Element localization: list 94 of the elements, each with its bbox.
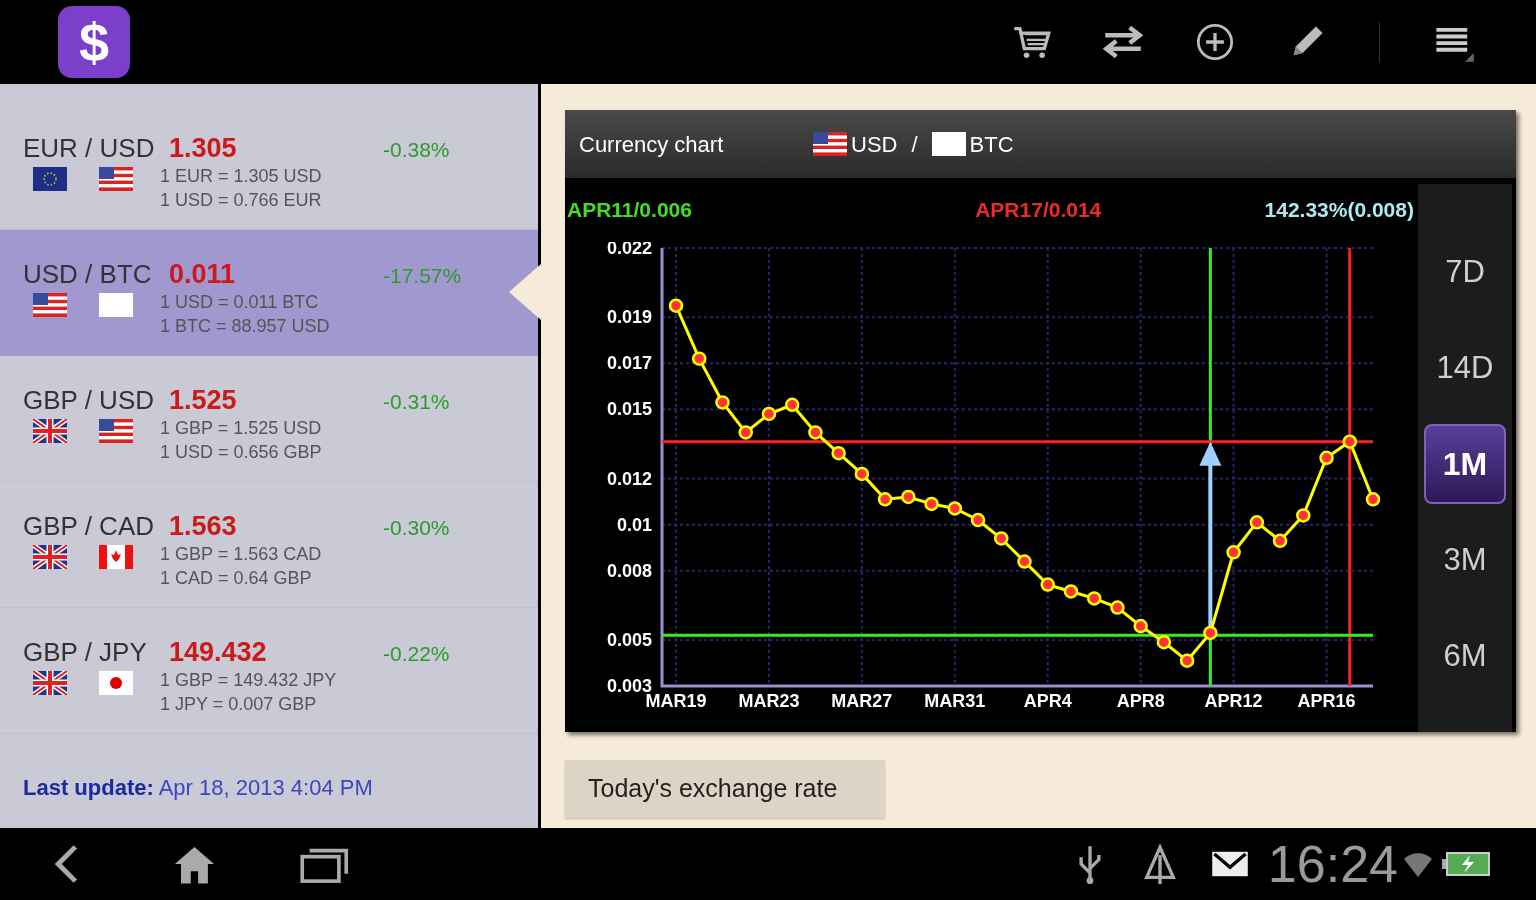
- y-axis-label: 0.005: [606, 629, 652, 650]
- data-point: [1017, 554, 1032, 569]
- change-label: 142.33%(0.008): [1264, 197, 1414, 224]
- currency-pair-row[interactable]: GBP / CAD 1.563 -0.30% 1 GBP = 1.563 CAD 1 CAD = 0.64 GBP: [0, 482, 538, 608]
- y-axis-label: 0.01: [616, 514, 652, 535]
- app-logo: $: [58, 6, 130, 78]
- currency-pair-row[interactable]: GBP / USD 1.525 -0.31% 1 GBP = 1.525 USD 1 USD = 0.656 GBP: [0, 356, 538, 482]
- battery-icon: [1442, 851, 1490, 877]
- data-point: [1365, 492, 1381, 507]
- x-axis-label: MAR23: [738, 691, 800, 711]
- change-percent: -0.22%: [383, 641, 450, 667]
- x-axis-label: MAR27: [831, 691, 893, 711]
- data-point: [854, 466, 870, 482]
- currency-code: USD: [851, 130, 898, 159]
- data-point: [715, 395, 730, 410]
- conversion-text: 1 JPY = 0.007 GBP: [160, 693, 318, 716]
- conversion-text: 1 GBP = 1.525 USD: [160, 417, 322, 440]
- x-axis-label: APR12: [1204, 691, 1263, 711]
- data-point: [924, 496, 939, 512]
- data-point: [1086, 591, 1102, 606]
- data-point: [1156, 634, 1172, 650]
- data-point: [901, 489, 916, 505]
- last-update-text: Last update: Apr 18, 2013 4:04 PM: [22, 774, 374, 802]
- data-point: [1110, 600, 1125, 615]
- data-point: [1203, 625, 1218, 641]
- change-percent: -0.38%: [383, 137, 450, 163]
- data-point: [761, 406, 777, 422]
- y-axis-label: 0.015: [606, 399, 652, 420]
- conversion-text: 1 BTC = 88.957 USD: [160, 315, 330, 338]
- y-axis-label: 0.019: [606, 307, 652, 328]
- y-axis-label: 0.017: [606, 353, 652, 374]
- x-axis-label: MAR19: [645, 691, 707, 711]
- data-point: [668, 298, 684, 313]
- chart-title: Currency chart: [579, 130, 725, 159]
- currency-pair-row[interactable]: GBP / JPY 149.432 -0.22% 1 GBP = 149.432 JPY 1 JPY = 0.007 GBP: [0, 608, 538, 734]
- data-point: [947, 501, 963, 516]
- data-point: [1133, 618, 1148, 634]
- y-axis-label: 0.022: [606, 242, 652, 258]
- data-point: [994, 531, 1009, 546]
- pair-label: GBP / JPY: [23, 636, 148, 669]
- x-axis-label: APR4: [1023, 691, 1072, 711]
- pair-label: USD / BTC: [23, 258, 153, 291]
- conversion-text: 1 USD = 0.766 EUR: [160, 189, 322, 212]
- period-tab[interactable]: 14D: [1424, 328, 1506, 408]
- conversion-text: 1 GBP = 1.563 CAD: [160, 543, 322, 566]
- y-axis-label: 0.008: [606, 560, 652, 581]
- pair-label: GBP / USD: [23, 384, 155, 417]
- data-point: [692, 351, 707, 366]
- data-point: [784, 397, 800, 412]
- start-point-label: APR11/0.006: [567, 197, 692, 224]
- x-axis-label: MAR31: [924, 691, 986, 711]
- conversion-text: 1 USD = 0.656 GBP: [160, 441, 322, 464]
- clock-time: 16:24: [1267, 838, 1398, 890]
- conversion-text: 1 CAD = 0.64 GBP: [160, 567, 313, 590]
- data-point: [1063, 584, 1079, 599]
- rate-value: 149.432: [169, 636, 268, 669]
- data-point: [1319, 450, 1334, 466]
- period-tab[interactable]: 6M: [1424, 616, 1506, 696]
- y-axis-label: 0.012: [606, 468, 652, 489]
- currency-code: BTC: [969, 130, 1014, 159]
- data-point: [1179, 653, 1195, 668]
- rate-value: 1.525: [169, 384, 238, 417]
- end-point-label: APR17/0.014: [975, 197, 1102, 224]
- pair-label: EUR / USD: [23, 132, 156, 165]
- conversion-text: 1 EUR = 1.305 USD: [160, 165, 322, 188]
- data-point: [1272, 533, 1288, 548]
- data-point: [1040, 577, 1055, 592]
- todays-exchange-rate-button[interactable]: Today's exchange rate: [565, 760, 885, 818]
- conversion-text: 1 USD = 0.011 BTC: [160, 291, 320, 314]
- rate-value: 1.305: [169, 132, 238, 165]
- currency-pair-row[interactable]: USD / BTC 0.011 -17.57% 1 USD = 0.011 BTC 1 BTC = 88.957 USD: [0, 230, 538, 356]
- data-point: [877, 492, 893, 507]
- change-percent: -17.57%: [383, 263, 462, 289]
- change-percent: -0.31%: [383, 389, 450, 415]
- period-tab[interactable]: 7D: [1424, 232, 1506, 312]
- period-tab[interactable]: 3M: [1424, 520, 1506, 600]
- data-point: [738, 425, 753, 440]
- data-point: [970, 512, 986, 528]
- x-axis-label: APR16: [1297, 691, 1356, 711]
- data-point: [1342, 434, 1357, 449]
- period-tab[interactable]: 1M: [1424, 424, 1506, 504]
- add-circle-icon[interactable]: [1195, 22, 1235, 62]
- rate-value: 1.563: [169, 510, 238, 543]
- conversion-text: 1 GBP = 149.432 JPY: [160, 669, 337, 692]
- rate-value: 0.011: [169, 258, 237, 291]
- data-point: [1249, 515, 1265, 530]
- pair-label: GBP / CAD: [23, 510, 155, 543]
- pair-separator: /: [910, 130, 919, 159]
- change-percent: -0.30%: [383, 515, 450, 541]
- data-point: [1226, 545, 1241, 560]
- data-point: [808, 425, 823, 440]
- data-point: [831, 445, 846, 461]
- x-axis-label: APR8: [1116, 691, 1165, 711]
- data-point: [1296, 508, 1311, 523]
